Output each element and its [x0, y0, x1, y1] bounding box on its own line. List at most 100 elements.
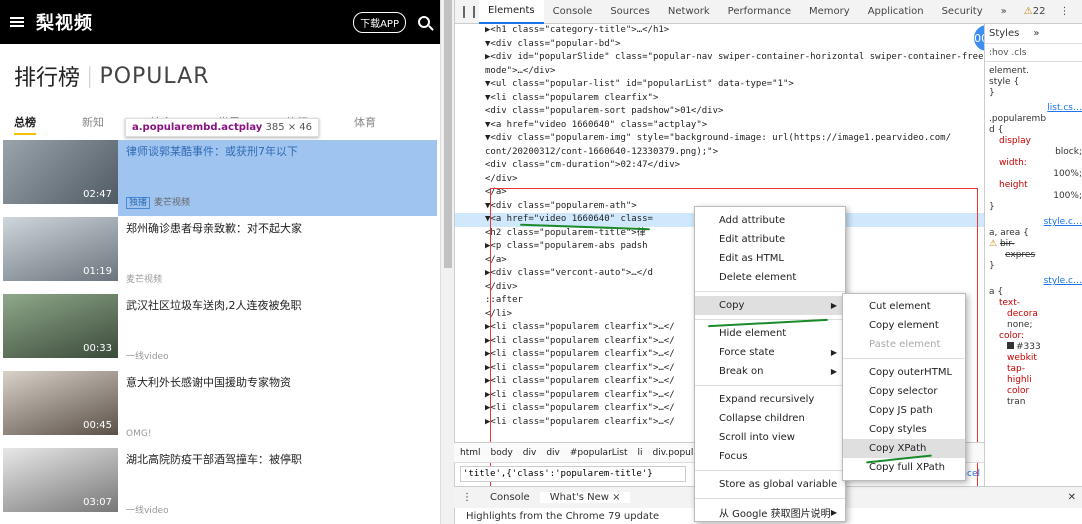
menu-store-as-global[interactable]: Store as global variable	[695, 475, 845, 494]
video-thumbnail[interactable]: 02:47	[3, 140, 118, 204]
menu-google-image-desc[interactable]: 从 Google 获取图片说明 ▶	[695, 503, 845, 522]
tab-sources[interactable]: Sources	[601, 0, 659, 24]
video-info[interactable]: 武汉社区垃圾车送肉,2人连夜被免职 一线video	[118, 294, 437, 370]
style-source-link[interactable]: style.c…	[985, 217, 1082, 228]
menu-focus[interactable]: Focus	[695, 447, 845, 466]
style-property[interactable]: webkit	[985, 353, 1082, 364]
menu-add-attribute[interactable]: Add attribute	[695, 211, 845, 230]
video-info[interactable]: 律师谈郭某酷事件：或获刑7年以下 独播 麦芒视频	[118, 140, 437, 216]
styles-tab[interactable]: Styles »	[985, 24, 1082, 44]
tab-all[interactable]: 总榜	[14, 114, 82, 135]
style-value[interactable]: 100%;	[985, 169, 1082, 180]
menu-copy-outerhtml[interactable]: Copy outerHTML	[843, 363, 965, 382]
tab-security[interactable]: Security	[933, 0, 992, 24]
menu-copy-element[interactable]: Copy element	[843, 316, 965, 335]
find-input[interactable]	[460, 465, 686, 482]
inspect-icon[interactable]	[463, 5, 465, 18]
video-thumbnail[interactable]: 01:19	[3, 217, 118, 281]
menu-cut-element[interactable]: Cut element	[843, 297, 965, 316]
list-item[interactable]: 00:33 武汉社区垃圾车送肉,2人连夜被免职 一线video	[3, 294, 437, 370]
dom-node-line[interactable]: ▼<div class="popular-bd">	[455, 38, 985, 52]
style-property[interactable]: width:	[985, 158, 1082, 169]
download-app-button[interactable]: 下载APP	[353, 11, 406, 33]
video-thumbnail[interactable]: 03:07	[3, 448, 118, 512]
style-value[interactable]: none;	[985, 320, 1082, 331]
close-drawer-icon[interactable]: ✕	[1068, 492, 1076, 503]
breadcrumb-item[interactable]: body	[491, 448, 513, 458]
more-tabs-button[interactable]: »	[992, 0, 1016, 24]
drawer-tab-console[interactable]: Console	[480, 492, 540, 503]
video-title[interactable]: 武汉社区垃圾车送肉,2人连夜被免职	[126, 298, 437, 314]
style-value[interactable]: block;	[985, 147, 1082, 158]
dom-node-line[interactable]: ▶<div id="popularSlide" class="popular-n…	[455, 51, 985, 65]
style-property[interactable]: tap-	[985, 364, 1082, 375]
tab-elements[interactable]: Elements	[479, 0, 544, 24]
menu-copy-full-xpath[interactable]: Copy full XPath	[843, 458, 965, 477]
video-title[interactable]: 意大利外长感谢中国援助专家物资	[126, 375, 437, 391]
dom-node-line[interactable]: ▶<h1 class="category-title">…</h1>	[455, 24, 985, 38]
style-property[interactable]: highli	[985, 375, 1082, 386]
menu-hide-element[interactable]: Hide element	[695, 324, 845, 343]
menu-collapse-children[interactable]: Collapse children	[695, 409, 845, 428]
dom-node-line[interactable]: <div class="popularem-sort padshow">01</…	[455, 105, 985, 119]
page-scrollbar[interactable]	[440, 0, 454, 524]
tab-console[interactable]: Console	[544, 0, 602, 24]
video-thumbnail[interactable]: 00:45	[3, 371, 118, 435]
menu-copy-selector[interactable]: Copy selector	[843, 382, 965, 401]
breadcrumb-item[interactable]: #popularList	[570, 448, 628, 458]
color-swatch[interactable]	[1007, 342, 1014, 349]
style-value[interactable]: 100%;	[985, 191, 1082, 202]
style-filter[interactable]: :hov .cls	[985, 44, 1082, 62]
style-property[interactable]: decora	[985, 309, 1082, 320]
menu-edit-as-html[interactable]: Edit as HTML	[695, 249, 845, 268]
video-title[interactable]: 郑州确诊患者母亲致歉：对不起大家	[126, 221, 437, 237]
dom-node-line[interactable]: ▼<ul class="popular-list" id="popularLis…	[455, 78, 985, 92]
list-item[interactable]: 00:45 意大利外长感谢中国援助专家物资 OMG!	[3, 371, 437, 447]
scrollbar-thumb[interactable]	[444, 0, 452, 268]
tab-performance[interactable]: Performance	[719, 0, 800, 24]
style-property[interactable]: ⚠ bir-	[985, 239, 1082, 250]
list-item[interactable]: 02:47 律师谈郭某酷事件：或获刑7年以下 独播 麦芒视频	[3, 140, 437, 216]
dom-node-line[interactable]: ▼<li class="popularem clearfix">	[455, 92, 985, 106]
video-info[interactable]: 湖北高院防疫干部酒驾撞车：被停职 一线video	[118, 448, 437, 524]
breadcrumb-item[interactable]: div.popula	[653, 448, 699, 458]
style-value[interactable]: #333	[985, 342, 1082, 353]
dom-node-line[interactable]: </div>	[455, 173, 985, 187]
style-property[interactable]: display	[985, 136, 1082, 147]
drawer-tab-whats-new[interactable]: What's New ×	[539, 492, 631, 503]
breadcrumb-item[interactable]: div	[523, 448, 537, 458]
list-item[interactable]: 03:07 湖北高院防疫干部酒驾撞车：被停职 一线video	[3, 448, 437, 524]
device-toggle-icon[interactable]	[473, 5, 475, 18]
menu-delete-element[interactable]: Delete element	[695, 268, 845, 287]
tab-application[interactable]: Application	[859, 0, 933, 24]
menu-edit-attribute[interactable]: Edit attribute	[695, 230, 845, 249]
dom-node-line[interactable]: ▼<a href="video 1660640" class="actplay"…	[455, 119, 985, 133]
dom-node-line[interactable]: <div class="cm-duration">02:47</div>	[455, 159, 985, 173]
breadcrumb-item[interactable]: div	[546, 448, 560, 458]
warning-icon[interactable]: ⚠	[1024, 6, 1033, 17]
style-property[interactable]: height	[985, 180, 1082, 191]
menu-icon[interactable]	[10, 17, 24, 27]
video-info[interactable]: 意大利外长感谢中国援助专家物资 OMG!	[118, 371, 437, 447]
warning-count[interactable]: 22	[1033, 6, 1046, 17]
style-source-link[interactable]: style.c…	[985, 276, 1082, 287]
tab-network[interactable]: Network	[659, 0, 719, 24]
menu-copy-xpath[interactable]: Copy XPath	[843, 439, 965, 458]
menu-expand-recursively[interactable]: Expand recursively	[695, 390, 845, 409]
site-logo[interactable]: 梨视频	[36, 9, 93, 35]
style-property[interactable]: color	[985, 386, 1082, 397]
list-item[interactable]: 01:19 郑州确诊患者母亲致歉：对不起大家 麦芒视频	[3, 217, 437, 293]
menu-copy-js-path[interactable]: Copy JS path	[843, 401, 965, 420]
kebab-menu-icon[interactable]: ⋮	[1059, 6, 1069, 17]
breadcrumb-item[interactable]: li	[638, 448, 643, 458]
menu-copy[interactable]: Copy ▶	[695, 296, 845, 315]
style-value[interactable]: tran	[985, 397, 1082, 408]
tab-sports[interactable]: 体育	[354, 114, 422, 135]
menu-break-on[interactable]: Break on ▶	[695, 362, 845, 381]
video-info[interactable]: 郑州确诊患者母亲致歉：对不起大家 麦芒视频	[118, 217, 437, 293]
video-thumbnail[interactable]: 00:33	[3, 294, 118, 358]
menu-copy-styles[interactable]: Copy styles	[843, 420, 965, 439]
menu-force-state[interactable]: Force state ▶	[695, 343, 845, 362]
style-property[interactable]: text-	[985, 298, 1082, 309]
tab-memory[interactable]: Memory	[800, 0, 859, 24]
